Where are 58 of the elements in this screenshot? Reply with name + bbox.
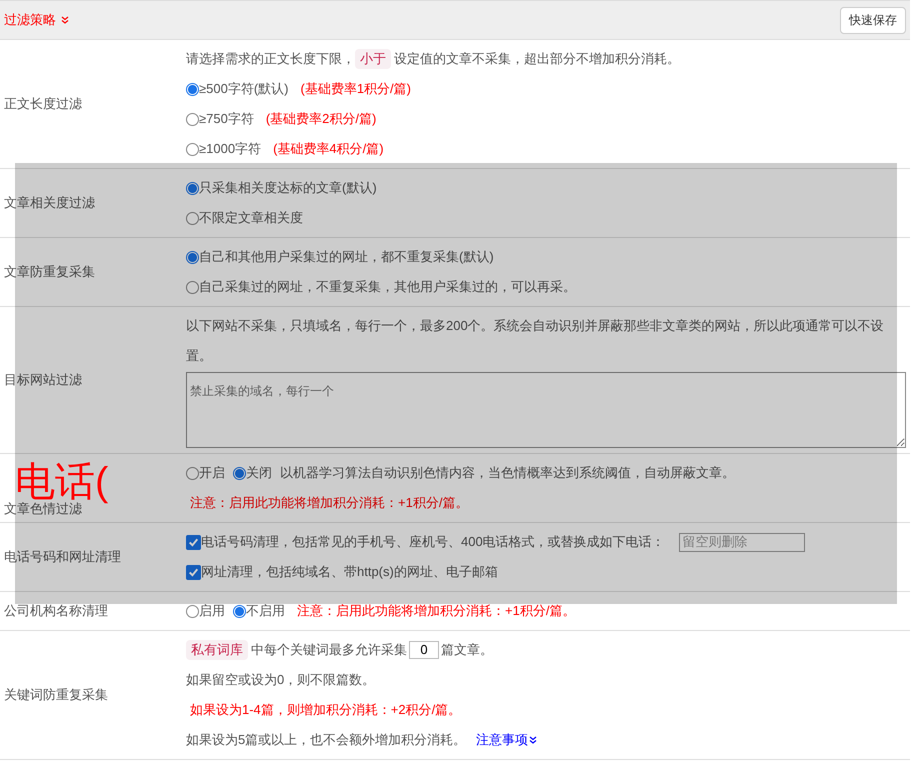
radio-button[interactable] [186, 142, 199, 156]
section-title[interactable]: 过滤策略 [4, 11, 56, 29]
radio-label[interactable]: 自己采集过的网址，不重复采集，其他用户采集过的，可以再采。 [199, 272, 576, 302]
radio-label[interactable]: 只采集相关度达标的文章(默认) [199, 173, 377, 203]
checkbox-label[interactable]: 电话号码清理，包括常见的手机号、座机号、400电话格式，或替换成如下电话： [201, 527, 665, 557]
row-label: 文章色情过滤 [4, 500, 82, 518]
description-text: 以机器学习算法自动识别色情内容，当色情概率达到系统阈值，自动屏蔽文章。 [280, 464, 735, 482]
quick-save-button[interactable]: 快速保存 [840, 6, 906, 34]
radio-button[interactable] [186, 212, 199, 224]
description-text: 如果留空或设为0，则不限篇数。 [186, 671, 376, 689]
checkbox-label[interactable]: 网址清理，包括纯域名、带http(s)的网址、电子邮箱 [201, 557, 498, 587]
radio-button[interactable] [186, 250, 199, 264]
row-label: 公司机构名称清理 [4, 602, 108, 620]
radio-label[interactable]: 自己和其他用户采集过的网址，都不重复采集(默认) [199, 242, 494, 272]
checkbox[interactable] [186, 564, 201, 580]
radio-label[interactable]: ≥500字符(默认) [199, 74, 288, 104]
description-text: 以下网站不采集，只填域名，每行一个，最多200个。系统会自动识别并屏蔽那些非文章类的网站，所以此项通常可以不设置。 [186, 317, 885, 365]
double-chevron-icon [61, 16, 69, 24]
radio-button[interactable] [186, 280, 199, 294]
radio-label[interactable]: 启用 [199, 596, 225, 626]
radio-label[interactable]: ≥750字符 [199, 104, 254, 134]
row-label: 电话号码和网址清理 [4, 548, 121, 566]
radio-label[interactable]: 关闭 [246, 458, 272, 488]
phone-input-field[interactable]: 留空则删除 [678, 532, 805, 552]
domain-textarea[interactable]: 禁止采集的域名，每行一个 [186, 372, 906, 448]
radio-label[interactable]: 开启 [199, 458, 225, 488]
warning-text: 注意：启用此功能将增加积分消耗：+1积分/篇。 [297, 602, 576, 620]
warning-text: 如果设为1-4篇，则增加积分消耗：+2积分/篇。 [190, 701, 462, 719]
count-input-field[interactable]: 0 [409, 641, 439, 659]
double-chevron-icon [529, 736, 538, 744]
radio-label[interactable]: 不限定文章相关度 [199, 203, 303, 233]
radio-button[interactable] [186, 466, 199, 480]
radio-button[interactable] [186, 604, 199, 618]
radio-button[interactable] [186, 112, 199, 126]
checkbox[interactable] [186, 534, 201, 550]
row-label: 正文长度过滤 [4, 95, 82, 113]
row-label: 目标网站过滤 [4, 371, 82, 389]
description-text: 如果设为5篇或以上，也不会额外增加积分消耗。 [186, 731, 466, 749]
warning-text: 注意：启用此功能将增加积分消耗：+1积分/篇。 [190, 494, 468, 512]
row-label: 关键词防重复采集 [4, 686, 108, 704]
radio-label[interactable]: ≥1000字符 [199, 134, 262, 164]
warning-text: (基础费率1积分/篇) [300, 80, 411, 98]
keyword-tag: 私有词库 [186, 640, 248, 660]
description-text: 中每个关键词最多允许采集 [251, 641, 407, 659]
radio-button[interactable] [233, 604, 246, 618]
warning-text: (基础费率4积分/篇) [273, 140, 384, 158]
radio-button[interactable] [186, 82, 199, 96]
radio-button[interactable] [186, 182, 199, 194]
row-label: 文章防重复采集 [4, 263, 95, 281]
warning-text: (基础费率2积分/篇) [266, 110, 376, 128]
keyword-tag: 小于 [355, 49, 391, 69]
radio-button[interactable] [233, 466, 246, 480]
description-text: 请选择需求的正文长度下限， [186, 50, 355, 68]
description-text: 设定值的文章不采集，超出部分不增加积分消耗。 [394, 50, 680, 68]
description-text: 篇文章。 [441, 641, 493, 659]
row-label: 文章相关度过滤 [4, 194, 95, 212]
radio-label[interactable]: 不启用 [246, 596, 285, 626]
notes-link[interactable]: 注意事项 [476, 725, 528, 755]
